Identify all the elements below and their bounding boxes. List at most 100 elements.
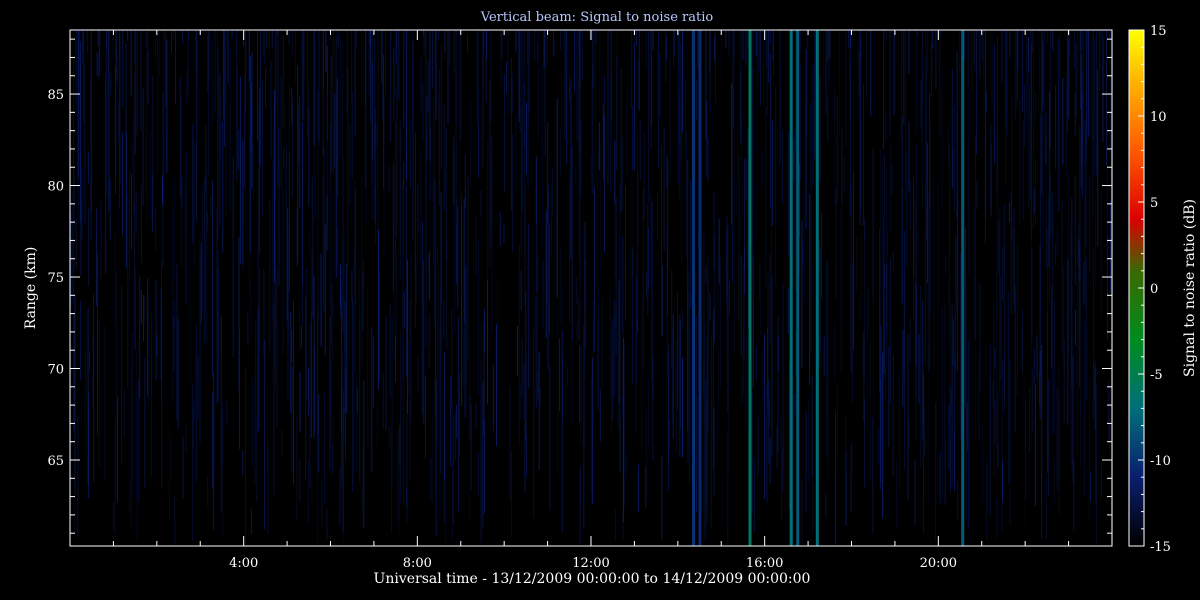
noise-streak [79,41,81,223]
noise-streak [680,101,682,263]
noise-streak [538,351,540,471]
noise-streak [607,30,609,185]
noise-streak [305,298,307,481]
noise-streak [250,279,252,339]
noise-streak [232,156,234,358]
noise-streak [406,487,408,507]
noise-streak [142,87,144,206]
noise-streak [1009,30,1011,58]
noise-streak [455,30,457,124]
noise-streak [311,249,313,316]
noise-streak [428,313,430,368]
noise-streak [444,30,446,53]
noise-streak [173,177,175,280]
noise-streak [308,367,309,417]
noise-streak [685,79,686,146]
noise-streak [526,102,527,175]
noise-streak [308,105,310,207]
noise-streak [584,232,586,362]
noise-streak [891,30,893,35]
noise-streak [566,30,568,164]
noise-streak [928,190,930,371]
noise-streak [939,30,941,138]
noise-streak [204,30,206,39]
noise-streak [840,208,842,372]
noise-streak [939,451,941,505]
noise-streak [1068,30,1070,118]
noise-streak [415,264,417,328]
noise-streak [921,47,923,207]
noise-streak [100,30,102,45]
noise-streak [483,30,485,49]
noise-streak [77,30,79,178]
noise-streak [475,403,477,429]
noise-streak [1073,30,1075,69]
noise-streak [1033,47,1034,231]
noise-streak [271,30,273,49]
noise-streak [414,132,416,274]
noise-streak [353,301,355,482]
noise-streak [131,332,133,499]
noise-streak [1048,378,1050,496]
noise-streak [97,251,98,436]
noise-streak [892,354,894,478]
noise-streak [489,118,491,210]
noise-streak [503,224,505,244]
noise-streak [545,209,547,338]
noise-streak [985,30,987,219]
noise-streak [1084,321,1086,497]
noise-streak [579,345,581,423]
noise-streak [856,236,858,294]
noise-streak [363,380,365,528]
noise-streak [979,30,981,79]
noise-streak [713,308,715,347]
noise-streak [1013,208,1015,314]
noise-streak [638,464,639,513]
noise-streak [199,254,201,445]
noise-streak [136,30,138,137]
noise-streak [389,303,391,398]
noise-streak [140,184,142,264]
noise-streak [802,242,803,266]
noise-streak [114,233,116,327]
noise-streak [397,430,399,523]
noise-streak [296,207,298,267]
colorbar-tick-label: 15 [1150,24,1167,39]
noise-streak [296,416,298,522]
noise-streak [460,30,462,141]
noise-streak [964,290,966,412]
noise-streak [390,30,392,41]
noise-streak [585,260,587,349]
noise-streak [491,136,493,333]
noise-streak [134,30,136,64]
noise-streak [324,393,325,504]
noise-streak [788,361,790,510]
noise-streak [709,30,711,72]
noise-streak [265,67,267,108]
noise-streak [1109,79,1111,152]
noise-streak [427,60,429,112]
noise-streak [1034,92,1036,122]
noise-streak [249,137,251,296]
noise-streak [452,402,453,541]
noise-streak [536,43,538,62]
noise-streak [1031,247,1033,343]
noise-streak [706,101,708,178]
noise-streak [761,149,763,189]
noise-streak [147,277,149,396]
noise-streak [1001,359,1003,533]
noise-streak [579,469,581,545]
noise-streak [523,362,525,421]
noise-streak [330,362,332,411]
noise-streak [883,30,885,149]
noise-streak [259,310,261,428]
noise-streak [272,160,274,323]
noise-streak [84,64,86,224]
noise-streak [79,30,81,65]
noise-streak [1004,30,1006,116]
noise-streak [1079,125,1081,281]
noise-streak [247,310,249,346]
noise-streak [1022,121,1024,220]
noise-streak [996,497,998,539]
noise-streak [130,365,132,528]
